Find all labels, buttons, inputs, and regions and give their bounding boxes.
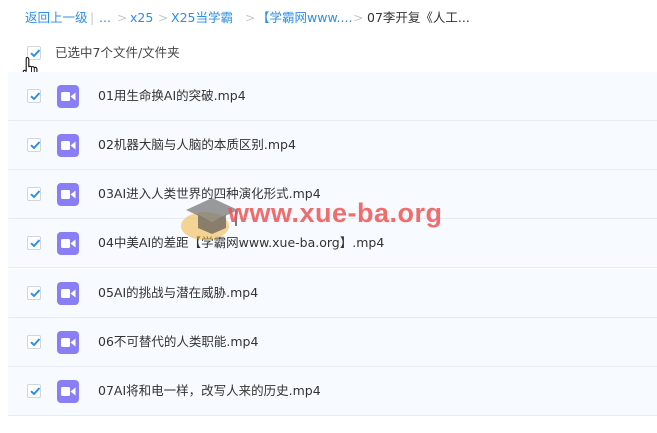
file-row[interactable]: 07AI将和电一样，改写人来的历史.mp4 bbox=[8, 367, 657, 416]
file-row[interactable]: 05AI的挑战与潜在威胁.mp4 bbox=[8, 269, 657, 318]
breadcrumb-item-x25[interactable]: x25 bbox=[130, 0, 153, 36]
breadcrumb-current: 07李开复《人工... bbox=[367, 10, 470, 25]
breadcrumb-item-x25-xueba[interactable]: X25当学霸 bbox=[171, 0, 233, 36]
file-checkbox[interactable] bbox=[27, 138, 41, 152]
checkmark-icon bbox=[30, 387, 41, 396]
breadcrumb-divider: | bbox=[90, 10, 95, 25]
file-name[interactable]: 02机器大脑与人脑的本质区别.mp4 bbox=[98, 121, 296, 169]
video-file-icon bbox=[57, 232, 79, 255]
file-row[interactable]: 01用生命换AI的突破.mp4 bbox=[8, 72, 657, 121]
file-checkbox[interactable] bbox=[27, 286, 41, 300]
select-all-bar: 已选中7个文件/文件夹 bbox=[0, 36, 657, 70]
file-row[interactable]: 06不可替代的人类职能.mp4 bbox=[8, 318, 657, 367]
back-link[interactable]: 返回上一级 bbox=[25, 0, 88, 36]
checkmark-icon bbox=[30, 92, 41, 101]
video-file-icon bbox=[57, 134, 79, 157]
file-checkbox[interactable] bbox=[27, 187, 41, 201]
breadcrumb-arrow: > bbox=[117, 10, 128, 25]
file-row[interactable]: 03AI进入人类世界的四种演化形式.mp4 bbox=[8, 170, 657, 219]
checkmark-icon bbox=[30, 190, 41, 199]
checkmark-icon bbox=[30, 239, 41, 248]
file-name[interactable]: 07AI将和电一样，改写人来的历史.mp4 bbox=[98, 367, 321, 415]
breadcrumb-item-xuebawang[interactable]: 【学霸网www.... bbox=[257, 0, 352, 36]
selection-count-label: 已选中7个文件/文件夹 bbox=[55, 45, 180, 60]
video-file-icon bbox=[57, 380, 79, 403]
breadcrumb-ellipsis[interactable]: ... bbox=[99, 0, 111, 36]
video-file-icon bbox=[57, 282, 79, 305]
breadcrumb-arrow: > bbox=[353, 10, 364, 25]
breadcrumb-arrow: > bbox=[158, 10, 169, 25]
file-name[interactable]: 01用生命换AI的突破.mp4 bbox=[98, 72, 246, 120]
checkmark-icon bbox=[30, 141, 41, 150]
breadcrumb-arrow: > bbox=[245, 10, 256, 25]
file-name[interactable]: 04中美AI的差距【学霸网www.xue-ba.org】.mp4 bbox=[98, 219, 384, 267]
video-file-icon bbox=[57, 331, 79, 354]
file-checkbox[interactable] bbox=[27, 89, 41, 103]
checkmark-icon bbox=[30, 289, 41, 298]
video-file-icon bbox=[57, 183, 79, 206]
breadcrumb: 返回上一级 | ... > x25 > X25当学霸 > 【学霸网www....… bbox=[0, 0, 657, 36]
file-name[interactable]: 05AI的挑战与潜在威胁.mp4 bbox=[98, 269, 258, 317]
file-name[interactable]: 03AI进入人类世界的四种演化形式.mp4 bbox=[98, 170, 321, 218]
file-row[interactable]: 04中美AI的差距【学霸网www.xue-ba.org】.mp4 bbox=[8, 219, 657, 268]
file-checkbox[interactable] bbox=[27, 384, 41, 398]
file-row[interactable]: 02机器大脑与人脑的本质区别.mp4 bbox=[8, 121, 657, 170]
checkmark-icon bbox=[30, 338, 41, 347]
file-checkbox[interactable] bbox=[27, 335, 41, 349]
file-name[interactable]: 06不可替代的人类职能.mp4 bbox=[98, 318, 258, 366]
video-file-icon bbox=[57, 85, 79, 108]
file-checkbox[interactable] bbox=[27, 236, 41, 250]
